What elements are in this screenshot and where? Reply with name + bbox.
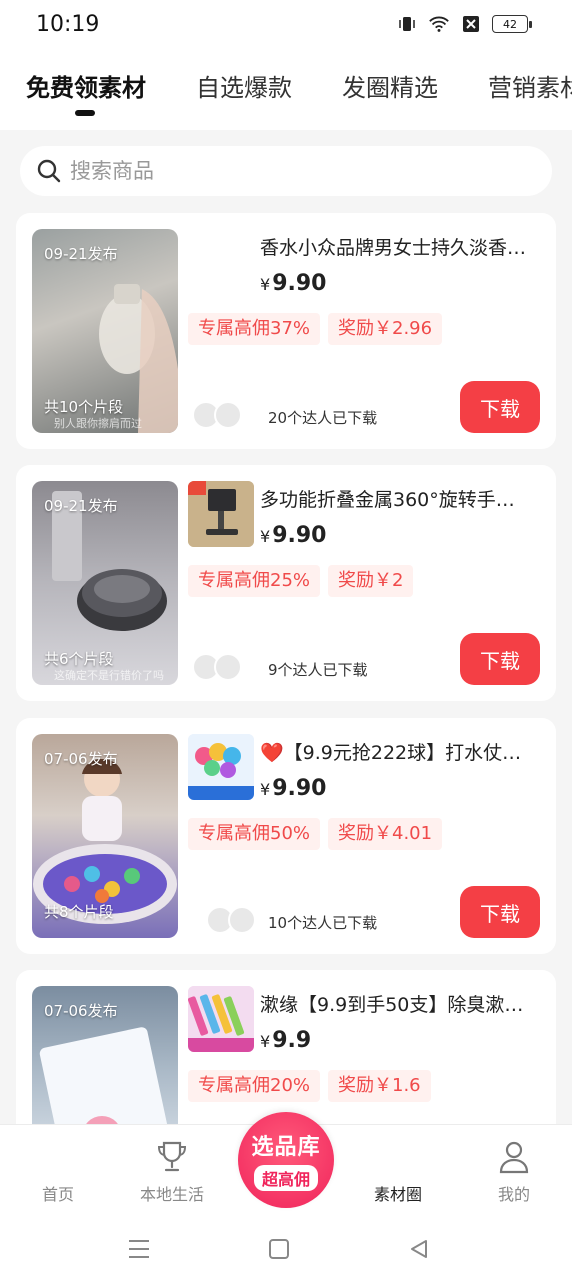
price-value: 9.90 [272,776,327,801]
status-time: 10:19 [36,12,100,37]
product-library-button[interactable]: 选品库 超高佣 [238,1112,334,1208]
nav-home-label: 首页 [41,1185,74,1204]
category-tabs: 免费领素材 自选爆款 发圈精选 营销素材 [0,50,572,130]
nav-mine-label: 我的 [497,1185,530,1204]
system-navigation-bar [0,1220,572,1280]
currency-symbol: ¥ [260,780,271,799]
video-thumbnail[interactable]: 09-21发布 共6个片段 这确定不是行错价了吗 [32,481,178,685]
nav-local-life[interactable]: 本地生活 [122,1139,222,1205]
product-image[interactable] [188,734,254,800]
reward-tag: 奖励￥2.96 [328,313,443,345]
nav-home[interactable]: 首页 [8,1139,108,1205]
tab-free-materials[interactable]: 免费领素材 [26,68,146,103]
price-value: 9.9 [272,1028,312,1053]
download-count: 9个达人已下载 [268,661,368,679]
active-tab-indicator [75,110,95,116]
nav-material-circle[interactable]: 素材圈 [348,1139,448,1205]
publish-date: 07-06发布 [44,750,118,768]
nav-mine[interactable]: 我的 [464,1139,564,1205]
status-icons: 42 [396,14,532,34]
clip-count: 共8个片段 [44,903,114,921]
material-card[interactable]: 09-21发布 共10个片段 别人跟你擦肩而过 香水小众品牌男女士持久淡香水… … [16,213,556,449]
commission-tag: 专属高佣25% [188,565,321,597]
menu-icon[interactable] [124,1234,154,1264]
download-button[interactable]: 下载 [460,633,540,685]
price-value: 9.90 [272,523,327,548]
product-title[interactable]: ❤️【9.9元抢222球】打水仗注水气球 [260,738,530,765]
product-image[interactable] [188,986,254,1052]
price-value: 9.90 [272,271,327,296]
publish-date: 09-21发布 [44,245,118,263]
product-title[interactable]: 多功能折叠金属360°旋转手机支架 [260,485,530,512]
nav-local-life-label: 本地生活 [139,1185,204,1204]
currency-symbol: ¥ [260,527,271,546]
tab-self-selected[interactable]: 自选爆款 [196,68,292,103]
commission-tag: 专属高佣50% [188,818,321,850]
status-bar: 10:19 42 [0,0,572,50]
search-icon [36,158,62,184]
commission-tag: 专属高佣20% [188,1070,321,1102]
product-title[interactable]: 漱缘【9.9到手50支】除臭漱口水 [260,990,530,1017]
tab-marketing-materials[interactable]: 营销素材 [488,68,572,103]
material-icon [348,1139,448,1175]
video-thumbnail[interactable]: 07-06发布 共8个片段 [32,734,178,938]
material-card[interactable]: 09-21发布 共6个片段 这确定不是行错价了吗 多功能折叠金属360°旋转手机… [16,465,556,701]
wifi-icon [428,14,450,34]
avatar [214,653,242,681]
home-icon [8,1139,108,1175]
sim-off-icon [460,14,482,34]
product-image[interactable] [188,481,254,547]
reward-tag: 奖励￥1.6 [328,1070,431,1102]
vibrate-icon [396,14,418,34]
battery-indicator: 42 [492,15,532,33]
thumbnail-caption: 这确定不是行错价了吗 [54,669,164,682]
search-input[interactable] [70,159,510,183]
downloader-avatars [206,906,256,934]
download-count: 20个达人已下载 [268,409,378,427]
download-button[interactable]: 下载 [460,381,540,433]
currency-symbol: ¥ [260,1032,271,1051]
back-icon[interactable] [404,1234,434,1264]
avatar [214,401,242,429]
product-price: ¥9.90 [260,271,326,296]
download-count: 10个达人已下载 [268,914,378,932]
clip-count: 共10个片段 [44,398,124,416]
downloader-avatars [192,401,242,429]
avatar [228,906,256,934]
video-thumbnail[interactable]: 09-21发布 共10个片段 别人跟你擦肩而过 [32,229,178,433]
clip-count: 共6个片段 [44,650,114,668]
product-price: ¥9.90 [260,776,326,801]
center-button-title: 选品库 [251,1135,321,1160]
thumbnail-caption: 别人跟你擦肩而过 [54,417,142,430]
reward-tag: 奖励￥2 [328,565,414,597]
material-card[interactable]: 07-06发布 共8个片段 ❤️【9.9元抢222球】打水仗注水气球 ¥9.90… [16,718,556,954]
product-price: ¥9.90 [260,523,326,548]
currency-symbol: ¥ [260,275,271,294]
publish-date: 09-21发布 [44,497,118,515]
downloader-avatars [192,653,242,681]
trophy-icon [122,1139,222,1175]
product-price: ¥9.9 [260,1028,311,1053]
reward-tag: 奖励￥4.01 [328,818,443,850]
home-square-icon[interactable] [264,1234,294,1264]
publish-date: 07-06发布 [44,1002,118,1020]
search-bar[interactable] [20,146,552,196]
center-button-badge: 超高佣 [253,1165,318,1191]
product-title[interactable]: 香水小众品牌男女士持久淡香水… [260,233,530,260]
tab-featured-posts[interactable]: 发圈精选 [342,68,438,103]
user-icon [464,1139,564,1175]
commission-tag: 专属高佣37% [188,313,321,345]
download-button[interactable]: 下载 [460,886,540,938]
nav-material-label: 素材圈 [373,1185,422,1204]
